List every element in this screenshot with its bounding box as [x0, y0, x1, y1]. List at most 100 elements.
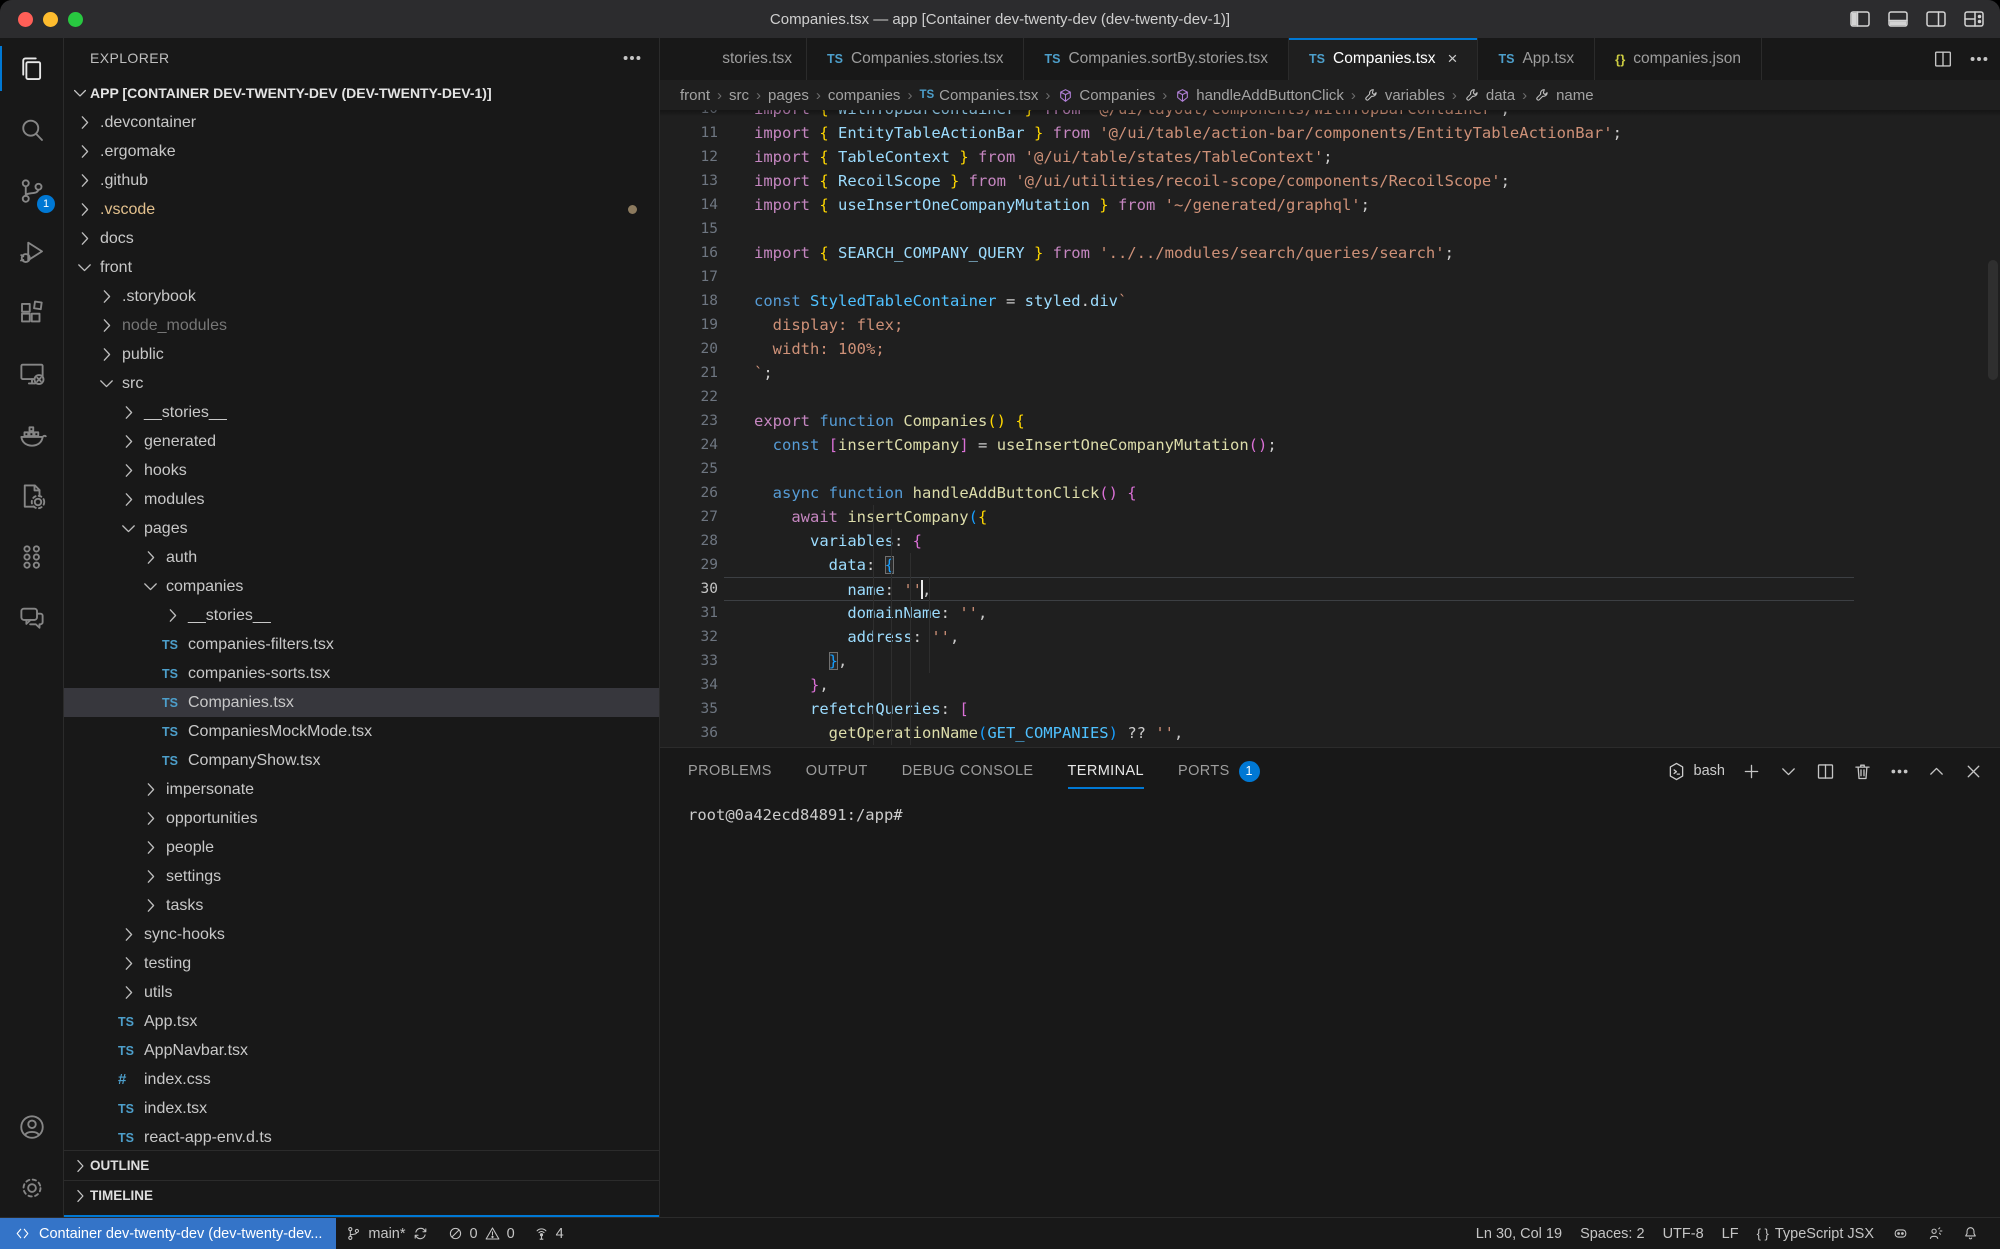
- editor-tab[interactable]: stories.tsx: [660, 38, 807, 80]
- chevron-down-icon[interactable]: [1778, 761, 1799, 782]
- tree-item[interactable]: TSindex.tsx: [64, 1094, 659, 1123]
- tree-item[interactable]: TScompanies-filters.tsx: [64, 630, 659, 659]
- tree-item[interactable]: TSAppNavbar.tsx: [64, 1036, 659, 1065]
- activity-remote-explorer-button[interactable]: [0, 343, 63, 404]
- tree-item[interactable]: docs: [64, 224, 659, 253]
- tree-item[interactable]: .storybook: [64, 282, 659, 311]
- editor-scrollbar[interactable]: [1988, 260, 1998, 380]
- close-window-button[interactable]: [18, 12, 33, 27]
- editor-tab[interactable]: TSCompanies.tsx×: [1289, 38, 1478, 80]
- activity-task-file-button[interactable]: [0, 465, 63, 526]
- panel-tab-output[interactable]: OUTPUT: [806, 748, 868, 794]
- explorer-more-actions-icon[interactable]: [621, 47, 643, 69]
- tree-item[interactable]: sync-hooks: [64, 920, 659, 949]
- editor-tab[interactable]: {}companies.json: [1595, 38, 1762, 80]
- activity-accounts-button[interactable]: [0, 1096, 63, 1157]
- tree-item[interactable]: TSApp.tsx: [64, 1007, 659, 1036]
- tree-item[interactable]: generated: [64, 427, 659, 456]
- panel-tab-problems[interactable]: PROBLEMS: [688, 748, 772, 794]
- breadcrumb-item[interactable]: data: [1464, 87, 1515, 104]
- status-cursor-position[interactable]: Ln 30, Col 19: [1467, 1218, 1571, 1249]
- tree-item[interactable]: TScompanies-sorts.tsx: [64, 659, 659, 688]
- terminal-output[interactable]: root@0a42ecd84891:/app#: [660, 794, 2000, 824]
- breadcrumb-item[interactable]: TSCompanies.tsx: [919, 87, 1038, 104]
- breadcrumb-item[interactable]: pages: [768, 87, 809, 104]
- breadcrumb-item[interactable]: front: [680, 87, 710, 104]
- status-language-mode[interactable]: { }TypeScript JSX: [1748, 1218, 1883, 1249]
- status-indentation[interactable]: Spaces: 2: [1571, 1218, 1654, 1249]
- ports-item[interactable]: 4: [524, 1218, 573, 1249]
- tree-item[interactable]: front: [64, 253, 659, 282]
- minimap[interactable]: [1856, 110, 1984, 747]
- tree-item[interactable]: testing: [64, 949, 659, 978]
- plus-icon[interactable]: [1741, 761, 1762, 782]
- workspace-section-header[interactable]: APP [CONTAINER DEV-TWENTY-DEV (DEV-TWENT…: [64, 78, 659, 108]
- shell-selector[interactable]: bash: [1666, 761, 1725, 782]
- tree-item[interactable]: __stories__: [64, 398, 659, 427]
- breadcrumb-item[interactable]: name: [1534, 87, 1594, 104]
- status-copilot-icon[interactable]: [1883, 1218, 1918, 1249]
- panel-tab-terminal[interactable]: TERMINAL: [1068, 748, 1145, 794]
- chevron-up-icon[interactable]: [1926, 761, 1947, 782]
- tree-item[interactable]: .vscode: [64, 195, 659, 224]
- code-editor[interactable]: 10import { WithTopBarContainer } from '@…: [660, 110, 2000, 747]
- tree-item[interactable]: tasks: [64, 891, 659, 920]
- tree-item[interactable]: .github: [64, 166, 659, 195]
- activity-explorer-button[interactable]: [0, 38, 63, 99]
- tree-item[interactable]: src: [64, 369, 659, 398]
- breadcrumb-item[interactable]: handleAddButtonClick: [1174, 87, 1344, 104]
- problems-item[interactable]: 0 0: [438, 1218, 524, 1249]
- activity-run-and-debug-button[interactable]: [0, 221, 63, 282]
- tree-item[interactable]: auth: [64, 543, 659, 572]
- close-icon[interactable]: [1963, 761, 1984, 782]
- tree-item[interactable]: impersonate: [64, 775, 659, 804]
- tree-item[interactable]: node_modules: [64, 311, 659, 340]
- breadcrumb-item[interactable]: companies: [828, 87, 901, 104]
- close-tab-icon[interactable]: ×: [1448, 49, 1458, 69]
- breadcrumb-item[interactable]: src: [729, 87, 749, 104]
- split-editor-icon[interactable]: [1932, 48, 1954, 70]
- timeline-section-header[interactable]: TIMELINE: [64, 1180, 659, 1210]
- tree-item[interactable]: settings: [64, 862, 659, 891]
- status-encoding[interactable]: UTF-8: [1654, 1218, 1713, 1249]
- activity-search-button[interactable]: [0, 99, 63, 160]
- tree-item[interactable]: modules: [64, 485, 659, 514]
- activity-comments-button[interactable]: [0, 587, 63, 648]
- activity-extensions-button[interactable]: [0, 282, 63, 343]
- tree-item[interactable]: TSCompanies.tsx: [64, 688, 659, 717]
- trash-icon[interactable]: [1852, 761, 1873, 782]
- git-branch-item[interactable]: main*: [336, 1218, 437, 1249]
- remote-indicator[interactable]: Container dev-twenty-dev (dev-twenty-dev…: [0, 1218, 336, 1249]
- tree-item[interactable]: #index.css: [64, 1065, 659, 1094]
- layout-sidebar-left-icon[interactable]: [1848, 7, 1872, 31]
- more-icon[interactable]: [1968, 48, 1990, 70]
- tree-item[interactable]: TSCompanyShow.tsx: [64, 746, 659, 775]
- layout-panel-icon[interactable]: [1886, 7, 1910, 31]
- status-bell-icon[interactable]: [1953, 1218, 1988, 1249]
- tree-item[interactable]: .devcontainer: [64, 108, 659, 137]
- status-feedback-icon[interactable]: [1918, 1218, 1953, 1249]
- tree-item[interactable]: opportunities: [64, 804, 659, 833]
- zoom-window-button[interactable]: [68, 12, 83, 27]
- tree-item[interactable]: companies: [64, 572, 659, 601]
- activity-docker-button[interactable]: [0, 404, 63, 465]
- tree-item[interactable]: pages: [64, 514, 659, 543]
- activity-settings-button[interactable]: [0, 1157, 63, 1218]
- status-eol[interactable]: LF: [1713, 1218, 1748, 1249]
- editor-tab[interactable]: TSCompanies.sortBy.stories.tsx: [1024, 38, 1289, 80]
- panel-tab-ports[interactable]: PORTS1: [1178, 748, 1260, 794]
- breadcrumb-item[interactable]: Companies: [1057, 87, 1155, 104]
- layout-customize-icon[interactable]: [1962, 7, 1986, 31]
- layout-sidebar-right-icon[interactable]: [1924, 7, 1948, 31]
- more-icon[interactable]: [1889, 761, 1910, 782]
- tree-item[interactable]: people: [64, 833, 659, 862]
- editor-tab[interactable]: TSCompanies.stories.tsx: [807, 38, 1024, 80]
- split-panel-icon[interactable]: [1815, 761, 1836, 782]
- minimize-window-button[interactable]: [43, 12, 58, 27]
- tree-item[interactable]: __stories__: [64, 601, 659, 630]
- tree-item[interactable]: utils: [64, 978, 659, 1007]
- activity-source-control-button[interactable]: 1: [0, 160, 63, 221]
- tree-item[interactable]: TSCompaniesMockMode.tsx: [64, 717, 659, 746]
- tree-item[interactable]: .ergomake: [64, 137, 659, 166]
- tree-item[interactable]: hooks: [64, 456, 659, 485]
